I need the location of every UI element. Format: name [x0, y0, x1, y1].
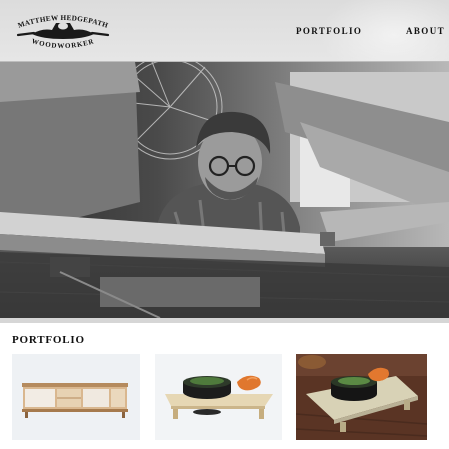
portfolio-item-serving-tray-table[interactable] [296, 354, 427, 440]
portfolio-item-serving-tray[interactable] [155, 354, 282, 440]
wood-plane-icon: MATTHEW HEDGEPATH WOODWORKER [17, 14, 110, 50]
logo-trade-text: WOODWORKER [31, 37, 95, 50]
site-header: MATTHEW HEDGEPATH WOODWORKER PORTFOLIO A… [0, 0, 449, 62]
serving-tray-on-table-photo [296, 354, 427, 440]
site-logo[interactable]: MATTHEW HEDGEPATH WOODWORKER [12, 9, 114, 53]
hero-bottom-band [0, 318, 449, 323]
nav-about-link[interactable]: ABOUT [406, 26, 445, 36]
wooden-media-console-photo [12, 354, 140, 440]
woodworker-at-workbench-photo [0, 62, 449, 318]
portfolio-section-title: PORTFOLIO [12, 334, 85, 346]
nav-portfolio-link[interactable]: PORTFOLIO [296, 26, 362, 36]
portfolio-item-media-console[interactable] [12, 354, 140, 440]
serving-tray-with-bowl-photo [155, 354, 282, 440]
hero-image [0, 62, 449, 318]
svg-text:WOODWORKER: WOODWORKER [31, 37, 96, 50]
